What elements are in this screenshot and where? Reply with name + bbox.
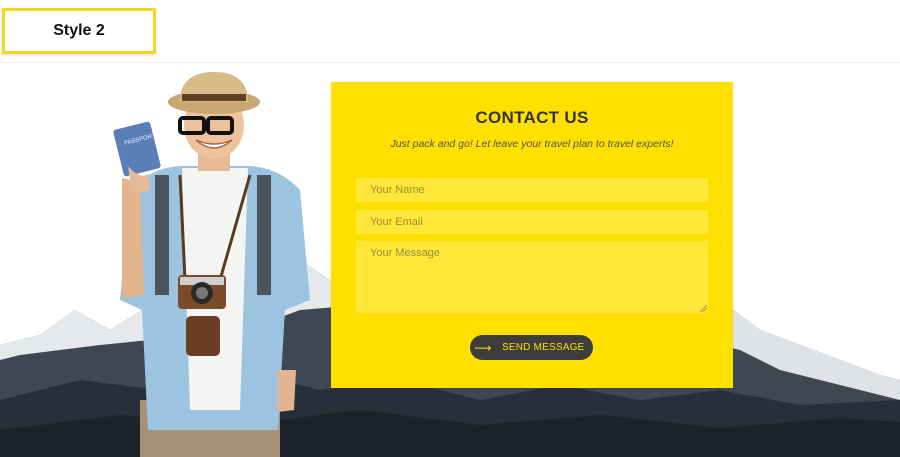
- send-message-label: SEND MESSAGE: [502, 342, 585, 353]
- email-input[interactable]: [356, 210, 708, 234]
- name-input[interactable]: [356, 178, 708, 202]
- contact-subtitle: Just pack and go! Let leave your travel …: [390, 138, 674, 150]
- traveler-image: PASSPORT: [113, 72, 310, 457]
- contact-form-card: CONTACT US Just pack and go! Let leave y…: [331, 82, 733, 388]
- send-message-button[interactable]: ⟶ SEND MESSAGE: [470, 335, 593, 360]
- resize-grip-icon[interactable]: [699, 304, 707, 312]
- contact-title: CONTACT US: [475, 108, 589, 127]
- header-divider: [0, 62, 900, 63]
- style-label-badge: Style 2: [2, 8, 156, 54]
- message-textarea[interactable]: [356, 241, 708, 313]
- arrow-right-icon: ⟶: [474, 340, 492, 355]
